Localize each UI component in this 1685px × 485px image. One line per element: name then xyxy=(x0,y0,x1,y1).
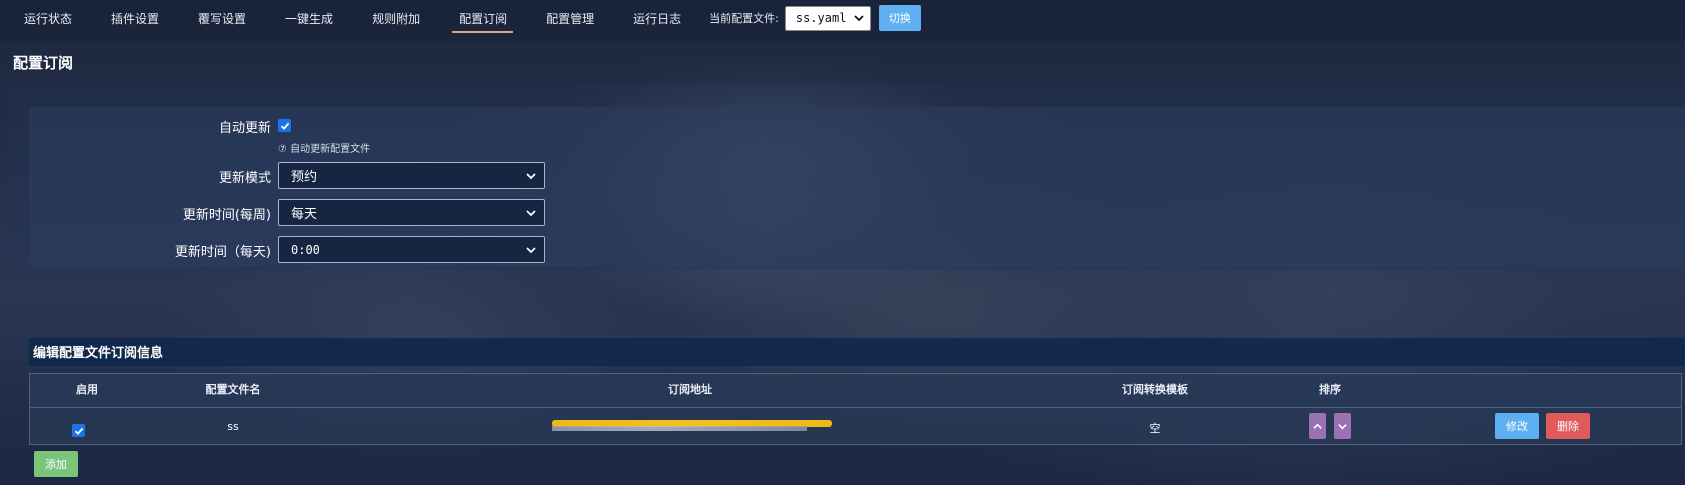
update-week-label: 更新时间(每周) xyxy=(182,208,271,223)
add-button[interactable]: 添加 xyxy=(34,451,78,477)
update-week-value: 每天 xyxy=(291,207,318,222)
switch-config-button[interactable]: 切换 xyxy=(878,5,921,31)
chevron-up-icon xyxy=(1313,423,1322,429)
update-day-label: 更新时间（每天) xyxy=(174,245,271,260)
nav-tab-status[interactable]: 运行状态 xyxy=(0,0,88,36)
nav-tab-override-settings[interactable]: 覆写设置 xyxy=(175,0,262,36)
update-mode-label: 更新模式 xyxy=(218,171,271,186)
update-day-select[interactable]: 0:00 xyxy=(278,236,545,263)
edit-button[interactable]: 修改 xyxy=(1495,413,1539,439)
row-config-name: ss xyxy=(227,420,239,433)
current-config-value: ss.yaml xyxy=(795,11,847,25)
table-row xyxy=(29,408,1682,445)
chevron-down-icon xyxy=(854,15,864,22)
nav-tab-config-management[interactable]: 配置管理 xyxy=(523,0,610,36)
nav-tab-label: 覆写设置 xyxy=(198,11,247,26)
nav-tab-label: 运行日志 xyxy=(633,11,682,26)
nav-tab-label: 配置管理 xyxy=(546,11,595,26)
current-config-label: 当前配置文件: xyxy=(709,12,779,25)
nav-tab-plugin-settings[interactable]: 插件设置 xyxy=(88,0,175,36)
subscription-title: 编辑配置文件订阅信息 xyxy=(33,346,164,361)
page-title: 配置订阅 xyxy=(13,54,74,72)
table-header xyxy=(29,373,1682,408)
update-mode-value: 预约 xyxy=(291,170,318,185)
nav-tab-label: 运行状态 xyxy=(24,11,73,26)
nav-tab-one-click-generate[interactable]: 一键生成 xyxy=(262,0,349,36)
chevron-down-icon xyxy=(526,246,536,253)
header-subscription-url: 订阅地址 xyxy=(668,383,712,396)
help-icon: ⑦ xyxy=(278,144,287,155)
update-day-value: 0:00 xyxy=(291,242,320,257)
move-down-button[interactable] xyxy=(1334,413,1351,439)
move-up-button[interactable] xyxy=(1309,413,1326,439)
nav-tab-label: 配置订阅 xyxy=(459,11,508,26)
row-template: 空 xyxy=(1149,422,1161,435)
check-icon xyxy=(280,122,289,130)
row-enabled-checkbox[interactable] xyxy=(72,424,85,437)
chevron-down-icon xyxy=(526,172,536,179)
update-week-select[interactable]: 每天 xyxy=(278,199,545,226)
current-config-select[interactable]: ss.yaml xyxy=(784,5,871,31)
nav-tab-rule-append[interactable]: 规则附加 xyxy=(349,0,436,36)
header-config-name: 配置文件名 xyxy=(205,383,261,396)
top-navbar: 运行状态 插件设置 覆写设置 一键生成 规则附加 配置订阅 配置管理 运行日志 … xyxy=(0,0,1685,36)
subscription-title-bar xyxy=(29,338,1685,366)
nav-tab-run-log[interactable]: 运行日志 xyxy=(610,0,697,36)
auto-update-help: ⑦ 自动更新配置文件 xyxy=(278,140,370,155)
chevron-down-icon xyxy=(1338,423,1347,429)
chevron-down-icon xyxy=(526,209,536,216)
header-sort: 排序 xyxy=(1319,383,1341,396)
nav-tab-label: 一键生成 xyxy=(285,11,334,26)
section-title-bar xyxy=(0,44,1685,84)
auto-update-label: 自动更新 xyxy=(218,121,271,136)
nav-tab-config-subscription[interactable]: 配置订阅 xyxy=(436,0,523,36)
header-convert-template: 订阅转换模板 xyxy=(1122,383,1188,396)
nav-tab-label: 规则附加 xyxy=(372,11,421,26)
update-mode-select[interactable]: 预约 xyxy=(278,162,545,189)
check-icon xyxy=(74,427,83,435)
header-enabled: 启用 xyxy=(76,383,98,396)
nav-tab-label: 插件设置 xyxy=(111,11,160,26)
auto-update-checkbox[interactable] xyxy=(278,119,291,132)
redacted-subscription-url xyxy=(552,417,832,433)
delete-button[interactable]: 删除 xyxy=(1546,413,1590,439)
auto-update-help-text: 自动更新配置文件 xyxy=(290,144,371,155)
